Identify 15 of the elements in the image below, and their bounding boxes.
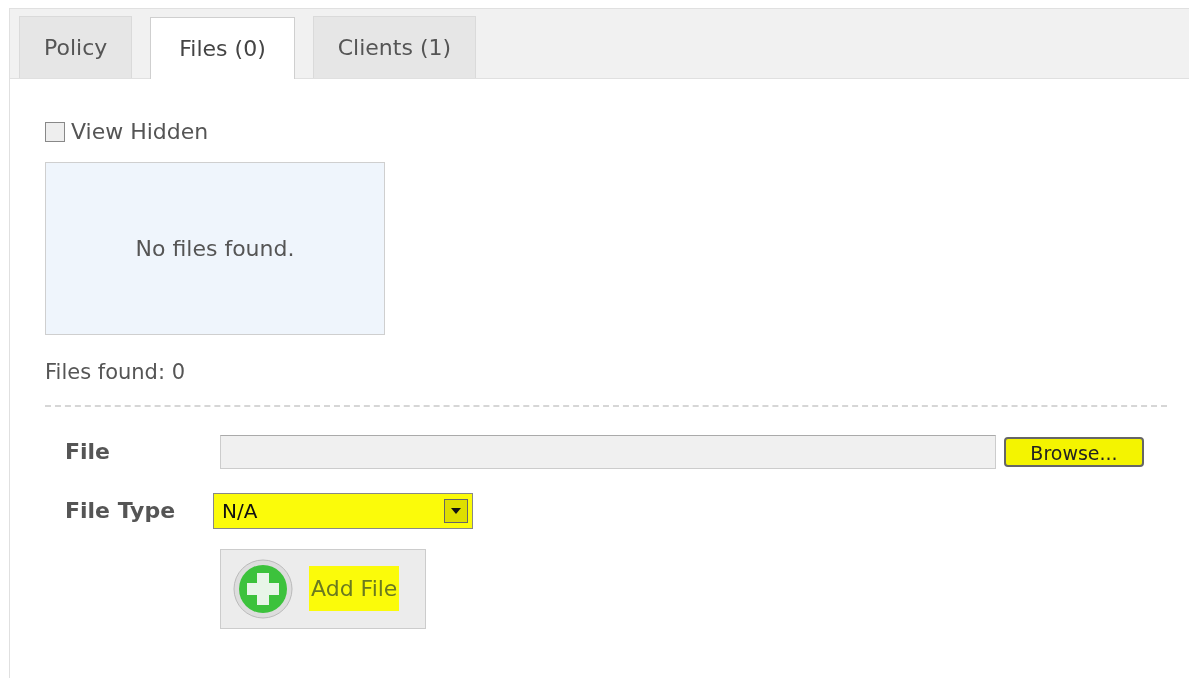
add-file-button[interactable]: Add File [220,548,426,629]
add-file-label: Add File [309,566,400,611]
checkbox-label: View Hidden [71,118,209,146]
files-found-count: Files found: 0 [45,359,187,386]
field-label: File Type [64,497,177,525]
checkbox[interactable] [45,121,65,142]
file-field[interactable] [220,434,996,469]
field-label: File [64,438,112,466]
tab[interactable]: Clients (1) [312,16,477,78]
plus-icon [233,558,293,619]
browse-button[interactable]: Browse... [1004,436,1144,467]
tab[interactable]: Policy [19,16,133,78]
empty-message: No files found. [135,235,295,263]
file-type-select[interactable]: N/A [213,492,473,529]
tab[interactable]: Files (0) [150,17,295,79]
